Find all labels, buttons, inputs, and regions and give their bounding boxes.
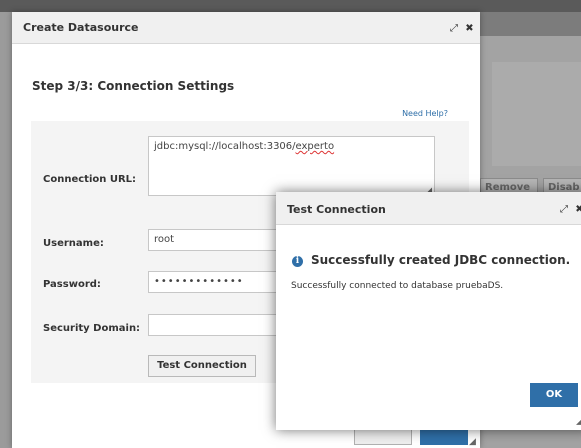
step-title: Step 3/3: Connection Settings (32, 79, 235, 93)
dialog-resize-icon[interactable]: ◢ (469, 437, 476, 447)
password-label: Password: (43, 279, 101, 290)
dialog-header-icons: ⤢ ✖ (446, 23, 474, 34)
test-dialog-header-icons: ⤢ ✖ (556, 204, 581, 215)
maximize-icon[interactable]: ⤢ (560, 204, 568, 215)
username-value: root (154, 234, 175, 245)
connection-url-label: Connection URL: (43, 174, 137, 185)
success-heading: i Successfully created JDBC connection. (292, 253, 570, 267)
connection-url-field[interactable]: jdbc:mysql://localhost:3306/experto ◢ (148, 136, 435, 196)
done-button[interactable] (420, 429, 468, 445)
username-label: Username: (43, 238, 104, 249)
success-heading-text: Successfully created JDBC connection. (311, 253, 571, 267)
need-help-link[interactable]: Need Help? (402, 109, 448, 118)
info-icon: i (292, 256, 303, 267)
dialog-header: Create Datasource ⤢ ✖ (12, 12, 480, 44)
success-message: Successfully connected to database prueb… (291, 281, 504, 291)
close-icon[interactable]: ✖ (465, 23, 473, 34)
connection-url-value: jdbc:mysql://localhost:3306/experto (154, 141, 335, 152)
background-topbar (0, 0, 581, 12)
test-connection-button[interactable]: Test Connection (148, 355, 256, 377)
password-value: ••••••••••••• (154, 276, 244, 287)
cancel-button[interactable] (354, 429, 412, 445)
test-dialog-resize-icon[interactable]: ◢ (576, 418, 581, 426)
background-content-box (492, 62, 581, 166)
dialog-title: Create Datasource (23, 21, 139, 34)
background-header (480, 12, 581, 36)
test-connection-dialog: Test Connection ⤢ ✖ i Successfully create… (276, 192, 581, 430)
test-dialog-header: Test Connection ⤢ ✖ (276, 192, 581, 225)
maximize-icon[interactable]: ⤢ (450, 23, 458, 34)
ok-button[interactable]: OK (530, 383, 578, 407)
test-dialog-title: Test Connection (287, 203, 386, 216)
security-domain-label: Security Domain: (43, 323, 141, 334)
close-icon[interactable]: ✖ (575, 204, 581, 215)
